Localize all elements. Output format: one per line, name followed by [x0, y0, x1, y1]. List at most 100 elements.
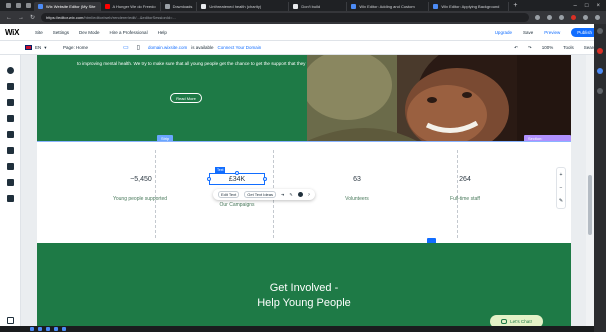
heading-line: Help Young People	[257, 297, 351, 309]
stat-label[interactable]: Full-time staff	[420, 196, 510, 202]
save-button[interactable]: Save	[523, 30, 533, 35]
stats-section[interactable]: ~5,450 Young people supported £34K Text …	[37, 141, 571, 239]
tab-label: Wix Website Editor (My Site	[46, 4, 96, 9]
resize-handle[interactable]	[207, 177, 211, 181]
read-more-button[interactable]: Read More	[170, 93, 202, 103]
side-panel-icon[interactable]	[597, 88, 603, 94]
scrollbar-thumb[interactable]	[588, 175, 592, 235]
stat-number[interactable]: 63	[317, 176, 397, 183]
get-text-ideas-button[interactable]: Get Text Ideas	[244, 191, 276, 198]
canvas-zoom-tools: + − ✎	[556, 167, 566, 209]
hero-paragraph[interactable]: to improving mental health. We try to ma…	[77, 60, 317, 67]
browser-tab[interactable]: Downloads	[161, 2, 198, 11]
stat-label[interactable]: Young people supported	[95, 196, 185, 202]
language-selector[interactable]: EN ▾	[25, 45, 63, 51]
extension-icon[interactable]	[535, 15, 540, 20]
animation-icon[interactable]: ➜	[281, 192, 284, 197]
menu-site[interactable]: Site	[35, 30, 43, 35]
back-icon[interactable]: ←	[6, 15, 12, 21]
preview-button[interactable]: Preview	[544, 30, 560, 35]
minimize-icon[interactable]: –	[574, 3, 577, 9]
layers-icon[interactable]	[7, 317, 14, 324]
browser-side-panel	[594, 24, 606, 332]
forward-icon[interactable]: →	[18, 15, 24, 21]
upgrade-link[interactable]: Upgrade	[495, 30, 512, 35]
side-panel-icon[interactable]	[597, 68, 603, 74]
browser-tab[interactable]: Don't build	[289, 2, 348, 11]
side-panel-icon[interactable]	[597, 28, 603, 34]
url-input[interactable]: https://editor.wix.com/html/editor/web/r…	[41, 13, 529, 22]
taskbar-icon[interactable]	[54, 327, 58, 331]
canvas-scrollbar[interactable]	[586, 55, 594, 332]
address-bar: ← → ↻ https://editor.wix.com/html/editor…	[0, 11, 606, 24]
undo-icon[interactable]: ↶	[514, 45, 518, 51]
stat-label[interactable]: Our Campaigns	[192, 202, 282, 208]
add-elements-icon[interactable]	[7, 67, 14, 74]
help-icon[interactable]: ?	[308, 192, 310, 197]
side-panel-icon[interactable]	[597, 48, 603, 54]
resize-handle[interactable]	[235, 171, 239, 175]
cms-icon[interactable]	[7, 179, 14, 186]
domain-link[interactable]: domain.wixsite.com	[148, 45, 187, 50]
divider	[457, 150, 458, 238]
wix-logo[interactable]: WiX	[5, 28, 35, 37]
extension-icon[interactable]	[547, 15, 552, 20]
taskbar-icon[interactable]	[30, 327, 34, 331]
youtube-favicon-icon	[104, 4, 110, 9]
add-section-icon[interactable]	[7, 83, 14, 90]
wix-main-menu: Site Settings Dev Mode Hire a Profession…	[35, 30, 167, 35]
hero-section[interactable]: to improving mental health. We try to ma…	[37, 55, 571, 148]
stat-label[interactable]: Volunteers	[312, 196, 402, 202]
browser-tab[interactable]: Unthreatened health (charity)	[197, 2, 290, 11]
edit-text-button[interactable]: Edit Text	[218, 191, 240, 198]
taskbar-icon[interactable]	[38, 327, 42, 331]
pages-icon[interactable]	[7, 99, 14, 106]
profile-icon[interactable]	[583, 15, 588, 20]
zoom-in-icon[interactable]: +	[560, 172, 563, 178]
tab-label: Unthreatened health (charity)	[209, 4, 262, 9]
resize-handle[interactable]	[263, 177, 267, 181]
maximize-icon[interactable]: □	[585, 3, 589, 9]
browser-tab[interactable]: A Hunger We do Freedo	[101, 2, 161, 11]
settings-icon[interactable]	[297, 192, 303, 197]
close-icon[interactable]: ×	[596, 3, 600, 9]
window-controls	[0, 3, 34, 8]
extension-icon[interactable]	[559, 15, 564, 20]
business-tools-icon[interactable]	[7, 147, 14, 154]
design-icon[interactable]	[7, 115, 14, 122]
my-business-icon[interactable]	[7, 195, 14, 202]
taskbar-icon[interactable]	[62, 327, 66, 331]
stat-number[interactable]: 264	[425, 176, 505, 183]
menu-hire[interactable]: Hire a Professional	[110, 30, 148, 35]
media-icon[interactable]	[7, 163, 14, 170]
page-selector[interactable]: Page: Home	[63, 45, 123, 50]
reload-icon[interactable]: ↻	[30, 14, 35, 21]
new-tab-icon[interactable]: +	[509, 2, 521, 9]
apps-icon[interactable]	[7, 131, 14, 138]
connect-domain-link[interactable]: Connect Your Domain	[218, 45, 262, 50]
stat-number[interactable]: ~5,450	[101, 176, 181, 183]
tools-button[interactable]: Tools	[563, 45, 574, 51]
edit-pen-icon[interactable]: ✎	[559, 198, 563, 204]
zoom-level[interactable]: 100%	[542, 45, 554, 51]
extension-icon[interactable]	[571, 15, 576, 20]
get-involved-section[interactable]: Get Involved - Help Young People Let's C…	[37, 243, 571, 332]
browser-tab[interactable]: Wix Editor: Adding and Custom	[347, 2, 430, 11]
editor-canvas[interactable]: to improving mental health. We try to ma…	[21, 55, 586, 332]
zoom-out-icon[interactable]: −	[560, 185, 563, 191]
menu-dev-mode[interactable]: Dev Mode	[79, 30, 100, 35]
browser-tab[interactable]: Wix Editor: Applying Background	[429, 2, 510, 11]
menu-settings[interactable]: Settings	[53, 30, 69, 35]
wix-actions: Upgrade Save Preview Publish	[495, 27, 606, 37]
mobile-icon[interactable]: ▯	[137, 44, 140, 51]
browser-tab[interactable]: Wix Website Editor (My Site	[34, 2, 101, 11]
design-pen-icon[interactable]: ✎	[289, 192, 292, 197]
uk-flag-icon	[25, 45, 32, 50]
menu-help[interactable]: Help	[158, 30, 167, 35]
desktop-icon[interactable]: ▭	[123, 44, 129, 51]
menu-icon[interactable]	[595, 15, 600, 20]
get-involved-heading[interactable]: Get Involved - Help Young People	[187, 281, 421, 311]
redo-icon[interactable]: ↷	[528, 45, 532, 51]
hero-photo[interactable]	[307, 55, 571, 141]
taskbar-icon[interactable]	[46, 327, 50, 331]
